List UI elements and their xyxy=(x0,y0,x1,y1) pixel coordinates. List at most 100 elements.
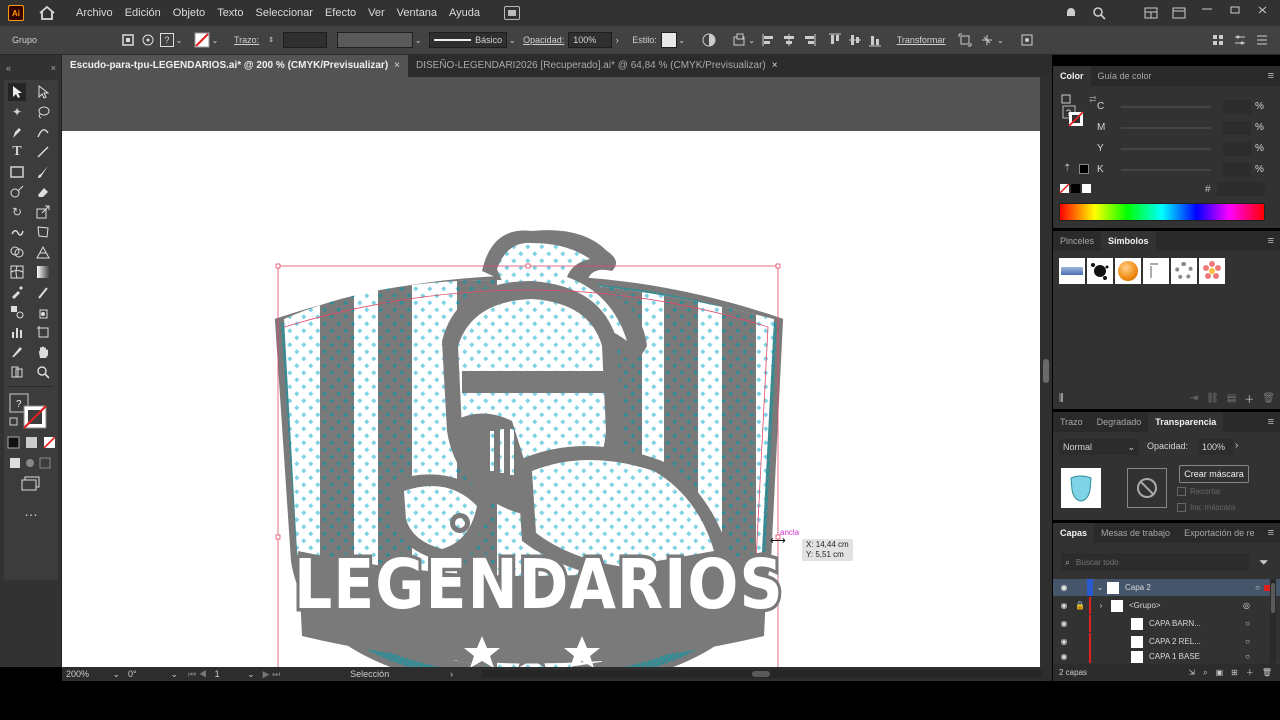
visibility-eye-icon[interactable]: ◉ xyxy=(1053,652,1075,661)
layer-name[interactable]: Capa 2 xyxy=(1125,583,1151,592)
target-icon[interactable] xyxy=(140,32,156,48)
swap-colors-icon[interactable]: ⇄ xyxy=(1089,94,1097,105)
close-tab-icon[interactable]: × xyxy=(394,55,400,77)
chevron-right-icon[interactable]: › xyxy=(1235,440,1238,451)
symbol-ink[interactable] xyxy=(1143,258,1169,284)
chevron-down-icon[interactable]: ⌄ xyxy=(413,32,423,48)
chevron-right-icon[interactable]: › xyxy=(450,669,453,679)
home-icon[interactable] xyxy=(38,5,56,21)
target-circle-icon[interactable]: ○ xyxy=(1245,619,1250,628)
target-circle-icon[interactable]: ○ xyxy=(1255,583,1260,592)
workspace-icon[interactable] xyxy=(1144,6,1158,20)
layer-row[interactable]: ◉ CAPA 1 BASE ○ xyxy=(1053,650,1280,663)
layer-name[interactable]: CAPA 1 BASE xyxy=(1149,652,1200,661)
perspective-grid-tool-icon[interactable] xyxy=(34,243,52,261)
hand-tool-icon[interactable] xyxy=(34,343,52,361)
lock-icon[interactable]: 🔒 xyxy=(1075,601,1087,610)
gradient-tool-icon[interactable] xyxy=(34,263,52,281)
variable-width-profile[interactable] xyxy=(337,32,414,48)
properties-icon[interactable] xyxy=(1232,32,1248,48)
channel-c-input[interactable] xyxy=(1223,99,1251,114)
filter-icon[interactable]: ⏷ xyxy=(1259,555,1269,570)
channel-y-input[interactable] xyxy=(1223,141,1251,156)
rotation-select[interactable]: 0° ⌄ xyxy=(128,669,178,680)
free-transform-tool-icon[interactable] xyxy=(34,223,52,241)
tab-color[interactable]: Color xyxy=(1053,66,1091,86)
layer-name[interactable]: <Grupo> xyxy=(1129,601,1161,610)
artboard-tool-icon[interactable] xyxy=(34,323,52,341)
make-clipping-mask-icon[interactable]: ▣ xyxy=(1216,668,1224,677)
channel-k-slider[interactable] xyxy=(1121,168,1211,171)
break-link-icon[interactable]: ⛓ xyxy=(1206,393,1219,404)
align-top-icon[interactable] xyxy=(827,32,843,48)
menu-efecto[interactable]: Efecto xyxy=(319,0,362,26)
puppet-warp-icon[interactable] xyxy=(1019,32,1035,48)
black-swatch[interactable] xyxy=(1079,164,1089,174)
tab-brushes[interactable]: Pinceles xyxy=(1053,231,1101,251)
screen-mode-icon[interactable] xyxy=(20,476,42,492)
target-circle-icon[interactable]: ○ xyxy=(1245,652,1250,661)
expand-chevron-icon[interactable]: ⌄ xyxy=(1093,583,1107,592)
tab-stroke[interactable]: Trazo xyxy=(1053,412,1090,432)
slice-tool-icon[interactable] xyxy=(8,343,26,361)
chevron-down-icon[interactable]: ⌄ xyxy=(507,32,517,48)
target-circle-icon[interactable]: ○ xyxy=(1245,637,1250,646)
warp-icon[interactable] xyxy=(979,32,995,48)
align-bottom-icon[interactable] xyxy=(867,32,883,48)
transform-icon[interactable] xyxy=(957,32,973,48)
stroke-swatch-icon[interactable] xyxy=(194,32,210,48)
delete-symbol-icon[interactable]: 🗑 xyxy=(1262,393,1275,404)
new-sublayer-icon[interactable]: ⊞ xyxy=(1231,668,1238,677)
panel-menu-icon[interactable]: ≡ xyxy=(1268,235,1274,247)
layer-row[interactable]: ◉ CAPA BARN... ○ xyxy=(1053,615,1280,632)
artboard-select[interactable]: 1 ⌄ xyxy=(215,669,255,680)
chevron-down-icon[interactable]: ⌄ xyxy=(677,32,687,48)
align-right-icon[interactable] xyxy=(801,32,817,48)
channel-m-input[interactable] xyxy=(1223,120,1251,135)
symbol-library-icon[interactable]: ⫼ xyxy=(1059,393,1064,404)
shape-builder-tool-icon[interactable] xyxy=(8,243,26,261)
symbol-ring[interactable] xyxy=(1171,258,1197,284)
layer-row[interactable]: ◉ ⌄ Capa 2 ○ xyxy=(1053,579,1280,596)
line-tool-icon[interactable] xyxy=(34,143,52,161)
restore-icon[interactable] xyxy=(1228,6,1242,20)
menu-ayuda[interactable]: Ayuda xyxy=(443,0,486,26)
blend-mode-select[interactable]: Normal ⌄ xyxy=(1059,439,1139,455)
fill-unknown-icon[interactable]: ? xyxy=(160,33,174,47)
align-center-icon[interactable] xyxy=(781,32,797,48)
notification-icon[interactable] xyxy=(1064,6,1078,20)
panel-menu-icon[interactable]: ≡ xyxy=(1268,527,1274,539)
scale-tool-icon[interactable] xyxy=(34,203,52,221)
new-symbol-icon[interactable]: ＋ xyxy=(1244,391,1254,406)
panel-menu-icon[interactable]: ≡ xyxy=(1268,416,1274,428)
collapse-toolbar-icon[interactable]: « xyxy=(6,63,11,73)
chevron-right-icon[interactable]: › xyxy=(612,32,622,48)
edit-toolbar-icon[interactable]: … xyxy=(20,502,42,520)
layer-name[interactable]: CAPA 2 REL... xyxy=(1149,637,1201,646)
make-mask-button[interactable]: Crear máscara xyxy=(1179,465,1249,483)
zoom-tool-icon[interactable] xyxy=(34,363,52,381)
brush-definition[interactable]: Básico xyxy=(429,32,508,48)
isolate-icon[interactable] xyxy=(120,32,136,48)
tab-asset-export[interactable]: Exportación de recu xyxy=(1177,523,1255,543)
fill-stroke-widget[interactable]: ? xyxy=(8,392,52,430)
symbol-options-icon[interactable]: ▤ xyxy=(1227,393,1236,404)
collect-export-icon[interactable]: ⇲ xyxy=(1188,668,1195,677)
symbol-blue-bar[interactable] xyxy=(1059,258,1085,284)
visibility-eye-icon[interactable]: ◉ xyxy=(1053,601,1075,610)
tab-color-guide[interactable]: Guía de color xyxy=(1091,66,1159,86)
rectangle-tool-icon[interactable] xyxy=(8,163,26,181)
recolor-artwork-icon[interactable] xyxy=(701,32,717,48)
menu-archivo[interactable]: Archivo xyxy=(70,0,119,26)
none-white-black-swatches[interactable] xyxy=(1059,183,1095,195)
place-symbol-icon[interactable]: ⇥ xyxy=(1190,393,1198,404)
hex-input[interactable] xyxy=(1217,182,1265,196)
chevron-down-icon[interactable]: ⌄ xyxy=(747,32,757,48)
paintbrush-tool-icon[interactable] xyxy=(34,163,52,181)
minimize-icon[interactable] xyxy=(1200,6,1214,20)
symbol-splatter[interactable] xyxy=(1087,258,1113,284)
align-to-icon[interactable] xyxy=(731,32,747,48)
horizontal-scrollbar[interactable] xyxy=(482,670,1042,678)
menu-ventana[interactable]: Ventana xyxy=(391,0,443,26)
artboard[interactable]: LEGENDARIOS ancla ⟷ X: 14,44 cm Y: 5,51 … xyxy=(62,131,1040,667)
